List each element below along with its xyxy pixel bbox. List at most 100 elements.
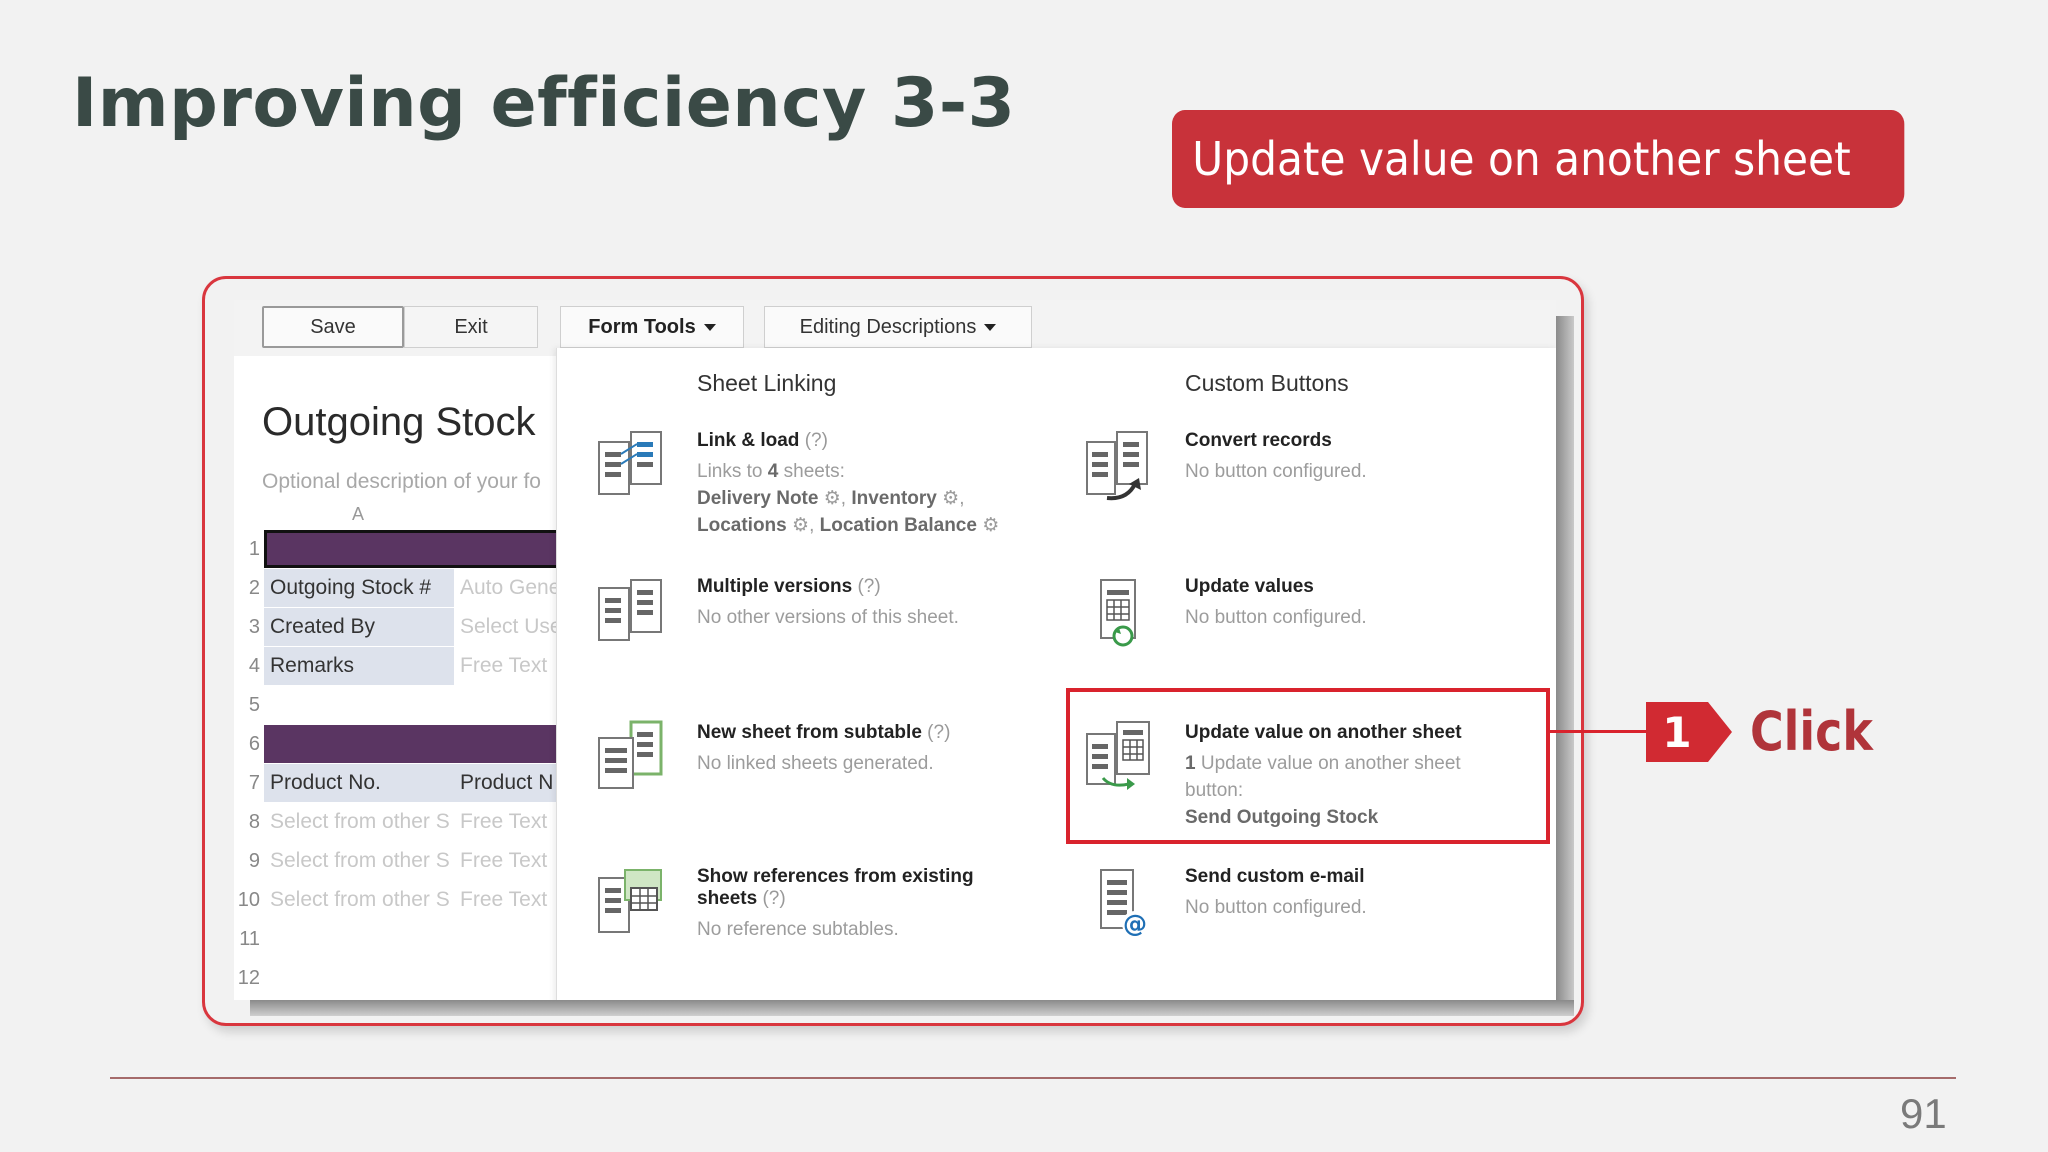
row-number: 10 bbox=[237, 889, 260, 911]
grid-cell[interactable] bbox=[264, 725, 564, 763]
new-sheet-item[interactable]: New sheet from subtable (?) No linked sh… bbox=[697, 722, 1117, 777]
row-number: 5 bbox=[248, 694, 260, 716]
help-link[interactable]: (?) bbox=[762, 888, 785, 909]
send-email-icon: @ bbox=[1100, 869, 1148, 938]
gear-icon[interactable]: ⚙ bbox=[792, 515, 809, 536]
step-arrow-icon bbox=[1708, 702, 1732, 762]
send-email-title: Send custom e-mail bbox=[1185, 866, 1365, 887]
page-number: 91 bbox=[1900, 1090, 1947, 1137]
gear-icon[interactable]: ⚙ bbox=[824, 488, 841, 509]
form-tools-label: Form Tools bbox=[588, 315, 696, 338]
grid-cell[interactable]: Free Text bbox=[454, 842, 564, 880]
footer-divider bbox=[110, 1077, 1956, 1079]
slide-title: Improving efficiency 3-3 bbox=[72, 64, 1016, 143]
multiple-versions-title: Multiple versions bbox=[697, 576, 853, 597]
custom-buttons-heading: Custom Buttons bbox=[1185, 370, 1349, 396]
grid-cell[interactable]: Select from other S bbox=[264, 803, 454, 841]
new-sheet-icon bbox=[598, 720, 663, 789]
show-references-item[interactable]: Show references from existing sheets (?) … bbox=[697, 866, 1117, 943]
row-number: 6 bbox=[248, 733, 260, 755]
grid-row: 6 bbox=[234, 725, 564, 764]
link-load-text: Links to bbox=[697, 461, 768, 482]
grid-cell[interactable]: Select Use bbox=[454, 608, 564, 646]
row-number: 11 bbox=[239, 928, 260, 950]
click-instruction: Click bbox=[1750, 700, 1873, 763]
convert-records-sub: No button configured. bbox=[1185, 461, 1367, 482]
step-number-badge: 1 bbox=[1646, 702, 1708, 762]
linked-sheet[interactable]: Inventory bbox=[851, 488, 937, 509]
save-button[interactable]: Save bbox=[262, 306, 404, 348]
row-number: 1 bbox=[248, 538, 260, 560]
link-count: 4 bbox=[767, 461, 779, 482]
help-link[interactable]: (?) bbox=[805, 430, 828, 451]
linked-sheet[interactable]: Location Balance bbox=[820, 515, 977, 536]
link-load-icon bbox=[598, 431, 662, 495]
gear-icon[interactable]: ⚙ bbox=[982, 515, 999, 536]
editing-descriptions-dropdown[interactable]: Editing Descriptions bbox=[764, 306, 1032, 348]
grid-row: 3 Created By Select Use bbox=[234, 608, 564, 647]
row-number: 3 bbox=[248, 616, 260, 638]
grid-cell[interactable]: Select from other S bbox=[264, 842, 454, 880]
link-load-title: Link & load bbox=[697, 430, 800, 451]
send-email-sub: No button configured. bbox=[1185, 897, 1367, 918]
send-email-item[interactable]: Send custom e-mail No button configured. bbox=[1185, 866, 1556, 921]
grid-cell[interactable]: Free Text bbox=[454, 881, 564, 919]
row-number: 8 bbox=[248, 811, 260, 833]
caret-down-icon bbox=[703, 323, 716, 331]
row-number: 9 bbox=[248, 850, 260, 872]
help-link[interactable]: (?) bbox=[857, 576, 880, 597]
row-number: 7 bbox=[248, 772, 260, 794]
exit-label: Exit bbox=[454, 315, 488, 338]
app-shadow bbox=[1556, 316, 1574, 1016]
sheet-title: Outgoing Stock bbox=[262, 400, 536, 444]
form-tools-dropdown[interactable]: Form Tools bbox=[560, 306, 744, 348]
sheet-description[interactable]: Optional description of your fo bbox=[262, 470, 541, 494]
convert-records-icon bbox=[1086, 431, 1148, 501]
show-references-title: Show references from existing bbox=[697, 866, 974, 887]
new-sheet-sub: No linked sheets generated. bbox=[697, 753, 934, 774]
gear-icon[interactable]: ⚙ bbox=[942, 488, 959, 509]
grid-cell[interactable]: Free Text bbox=[454, 647, 564, 685]
link-load-item[interactable]: Link & load (?) Links to 4 sheets: Deliv… bbox=[697, 430, 1117, 539]
row-number: 2 bbox=[248, 577, 260, 599]
section-banner: Update value on another sheet bbox=[1172, 110, 1905, 208]
exit-button[interactable]: Exit bbox=[404, 306, 538, 348]
grid-cell[interactable] bbox=[264, 530, 564, 568]
grid-cell[interactable]: Remarks bbox=[264, 647, 454, 685]
caret-down-icon bbox=[984, 323, 997, 331]
linked-sheet[interactable]: Locations bbox=[697, 515, 787, 536]
update-values-title: Update values bbox=[1185, 576, 1314, 597]
grid-cell[interactable]: Select from other S bbox=[264, 881, 454, 919]
grid-row: 1 bbox=[234, 530, 564, 569]
multiple-versions-item[interactable]: Multiple versions (?) No other versions … bbox=[697, 576, 1117, 631]
grid-cell[interactable]: Auto Gene bbox=[454, 569, 564, 607]
callout-connector bbox=[1550, 730, 1648, 733]
save-label: Save bbox=[310, 315, 356, 338]
grid-cell[interactable]: Free Text bbox=[454, 803, 564, 841]
sheet-linking-heading: Sheet Linking bbox=[697, 370, 837, 396]
update-values-icon bbox=[1100, 579, 1136, 647]
row-number: 4 bbox=[248, 655, 260, 677]
grid-cell[interactable]: Outgoing Stock # bbox=[264, 569, 454, 607]
link-load-text: sheets: bbox=[778, 461, 845, 482]
grid-row: 10 Select from other S Free Text bbox=[234, 881, 564, 920]
convert-records-title: Convert records bbox=[1185, 430, 1332, 451]
grid-cell[interactable]: Product No. bbox=[264, 764, 454, 802]
update-values-sub: No button configured. bbox=[1185, 607, 1367, 628]
update-values-item[interactable]: Update values No button configured. bbox=[1185, 576, 1556, 631]
multiple-versions-icon bbox=[598, 579, 662, 641]
convert-records-item[interactable]: Convert records No button configured. bbox=[1185, 430, 1556, 485]
multiple-versions-sub: No other versions of this sheet. bbox=[697, 607, 959, 628]
grid-cell[interactable]: Product N bbox=[454, 764, 564, 802]
grid-row: 5 bbox=[234, 686, 564, 725]
form-tools-menu: Sheet Linking Custom Buttons Link & load… bbox=[556, 348, 1556, 1000]
help-link[interactable]: (?) bbox=[927, 722, 950, 743]
linked-sheet[interactable]: Delivery Note bbox=[697, 488, 818, 509]
grid-row: 2 Outgoing Stock # Auto Gene bbox=[234, 569, 564, 608]
grid-row: 7 Product No. Product N bbox=[234, 764, 564, 803]
row-number: 12 bbox=[237, 967, 260, 989]
app-window: Save Exit Form Tools Editing Description… bbox=[234, 300, 1556, 1000]
grid-cell[interactable]: Created By bbox=[264, 608, 454, 646]
show-references-title: sheets bbox=[697, 888, 758, 909]
grid-row: 4 Remarks Free Text bbox=[234, 647, 564, 686]
